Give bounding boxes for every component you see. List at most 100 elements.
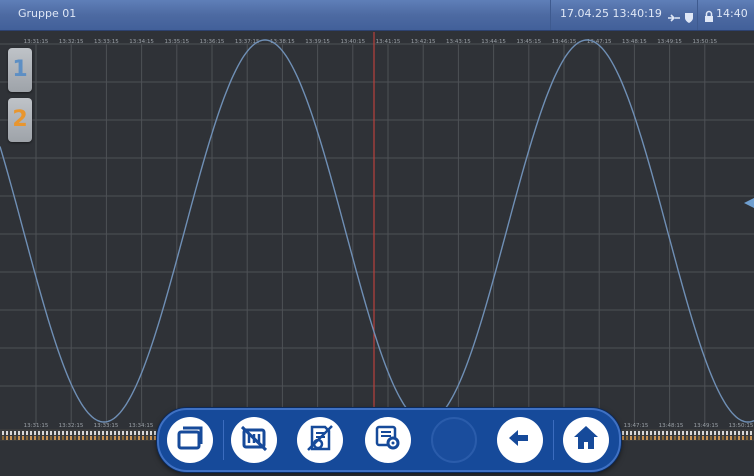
timeline-tick <box>106 431 108 435</box>
timeline-tick <box>718 436 720 440</box>
timeline-tick <box>38 436 40 440</box>
timeline-tick <box>46 431 48 435</box>
timeline-tick <box>730 436 732 440</box>
timeline-tick <box>22 431 24 435</box>
timeline-tick <box>114 436 116 440</box>
timeline-tick <box>42 431 44 435</box>
timeline-tick <box>126 431 128 435</box>
timeline-tick <box>646 431 648 435</box>
timeline-tick <box>58 431 60 435</box>
home-button[interactable] <box>563 417 609 463</box>
timeline-tick <box>726 436 728 440</box>
trend-chart[interactable]: 13:31:15 13:32:15 13:33:15 13:34:15 13:35:15… <box>0 32 754 452</box>
timeline-tick <box>630 431 632 435</box>
timeline-tick <box>622 431 624 435</box>
timeline-tick <box>690 436 692 440</box>
timeline-tick <box>722 436 724 440</box>
timeline-tick <box>30 431 32 435</box>
timeline-tick <box>630 436 632 440</box>
timeline-tick <box>646 436 648 440</box>
channel-tab-2[interactable]: 2 <box>8 98 32 142</box>
window-button[interactable] <box>167 417 213 463</box>
channel-tab-1[interactable]: 1 <box>8 48 32 92</box>
timeline-tick <box>142 431 144 435</box>
search-document-button[interactable] <box>297 417 343 463</box>
timeline-tick <box>50 431 52 435</box>
timeline-tick <box>726 431 728 435</box>
timeline-tick <box>134 431 136 435</box>
timeline-tick <box>46 436 48 440</box>
time-tick-label: 13:47:15 <box>624 423 649 429</box>
timeline-tick <box>738 436 740 440</box>
timeline-tick <box>62 436 64 440</box>
timeline-tick <box>154 436 156 440</box>
group-title: Gruppe 01 <box>18 7 77 20</box>
timeline-tick <box>138 431 140 435</box>
timeline-tick <box>666 436 668 440</box>
timeline-tick <box>698 431 700 435</box>
time-tick-label: 13:34:15 <box>129 423 154 429</box>
timeline-tick <box>678 436 680 440</box>
timeline-tick <box>750 431 752 435</box>
timeline-tick <box>54 431 56 435</box>
timeline-tick <box>746 431 748 435</box>
timeline-tick <box>654 431 656 435</box>
timeline-tick <box>710 436 712 440</box>
timeline-tick <box>658 436 660 440</box>
time-tick-label: 13:33:15 <box>94 423 119 429</box>
timeline-tick <box>66 431 68 435</box>
time-tick-label: 13:49:15 <box>694 423 719 429</box>
timeline-tick <box>130 431 132 435</box>
timeline-tick <box>670 436 672 440</box>
channel-label: 1 <box>12 57 28 82</box>
value-marker <box>744 198 754 208</box>
document-settings-button[interactable] <box>365 417 411 463</box>
timeline-tick <box>26 431 28 435</box>
timeline-tick <box>114 431 116 435</box>
stop-recording-button[interactable] <box>231 417 277 463</box>
timeline-tick <box>706 436 708 440</box>
timeline-tick <box>150 436 152 440</box>
window-icon <box>175 423 205 457</box>
timeline-tick <box>102 431 104 435</box>
timeline-tick <box>58 436 60 440</box>
timeline-tick <box>54 436 56 440</box>
home-icon <box>571 423 601 457</box>
timeline-tick <box>742 431 744 435</box>
timeline-tick <box>738 431 740 435</box>
time-tick-label: 13:48:15 <box>659 423 684 429</box>
timeline-tick <box>18 431 20 435</box>
timeline-tick <box>710 431 712 435</box>
timeline-tick <box>110 431 112 435</box>
timeline-tick <box>642 431 644 435</box>
empty-slot[interactable] <box>431 417 477 463</box>
timeline-tick <box>110 436 112 440</box>
timeline-tick <box>34 431 36 435</box>
divider <box>553 420 554 460</box>
timeline-tick <box>702 436 704 440</box>
timeline-tick <box>626 431 628 435</box>
timeline-tick <box>746 436 748 440</box>
timeline-tick <box>2 431 4 435</box>
series-line <box>0 39 754 423</box>
timeline-tick <box>734 431 736 435</box>
lock-icon[interactable] <box>704 8 714 27</box>
timeline-tick <box>130 436 132 440</box>
back-button[interactable] <box>497 417 543 463</box>
timeline-tick <box>62 431 64 435</box>
timeline-tick <box>78 436 80 440</box>
stop-recording-icon <box>239 423 269 457</box>
timeline-tick <box>642 436 644 440</box>
timeline-tick <box>126 436 128 440</box>
timeline-tick <box>106 436 108 440</box>
timeline-tick <box>70 431 72 435</box>
timeline-tick <box>118 436 120 440</box>
timeline-tick <box>650 431 652 435</box>
timeline-tick <box>686 431 688 435</box>
timeline-tick <box>38 431 40 435</box>
timeline-tick <box>714 436 716 440</box>
timeline-tick <box>662 431 664 435</box>
timeline-tick <box>134 436 136 440</box>
time-tick-label: 13:31:15 <box>24 423 49 429</box>
timeline-tick <box>118 431 120 435</box>
